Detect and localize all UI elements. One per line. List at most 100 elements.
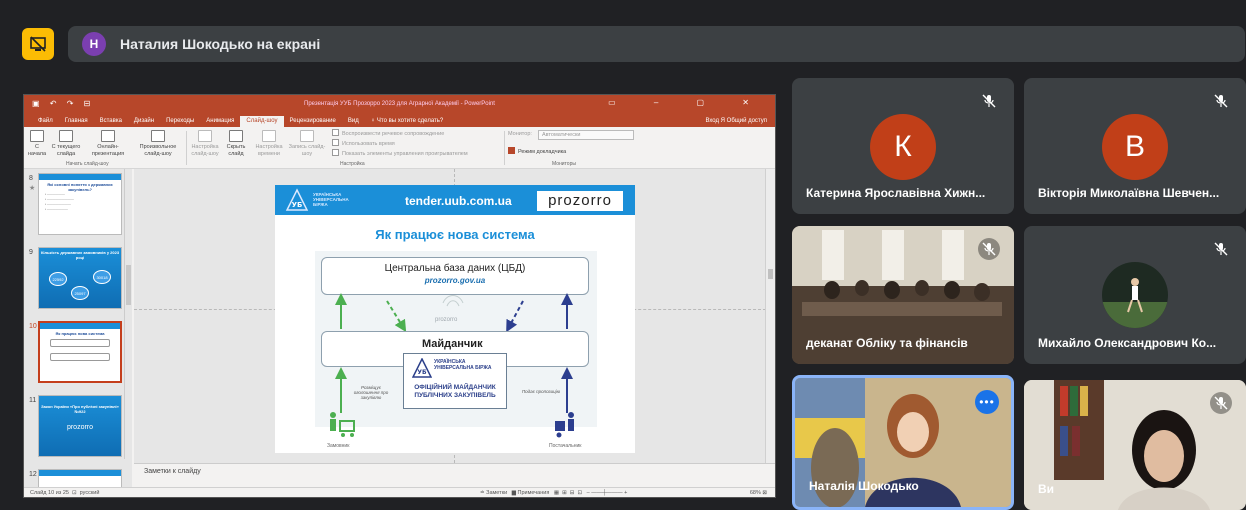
slides-icon: [151, 130, 165, 142]
monitor-label: Монитор:: [508, 131, 532, 137]
tab-view[interactable]: Вид: [342, 118, 365, 127]
globe-screen-icon: [101, 130, 115, 142]
tab-animations[interactable]: Анимация: [200, 118, 240, 127]
quick-access-icons[interactable]: ▣ ↶ ↷ ⊟: [32, 99, 94, 108]
participant-tile[interactable]: Михайло Олександрович Ко...: [1024, 226, 1246, 364]
ribbon-separator: [186, 131, 187, 165]
tab-transitions[interactable]: Переходы: [160, 118, 200, 127]
projector-icon: [59, 130, 73, 142]
tab-insert[interactable]: Вставка: [94, 118, 128, 127]
mic-off-icon: [978, 238, 1000, 260]
note-customer: Розміщує оголошення про закупівлю: [353, 385, 389, 400]
thumb-number: 8: [29, 175, 33, 182]
slide-notes-area[interactable]: Заметки к слайду: [134, 463, 775, 481]
account-share[interactable]: Вход Я Общий доступ: [705, 118, 767, 124]
official-marketplace-badge: УБ УКРАЇНСЬКА УНІВЕРСАЛЬНА БІРЖА ОФІЦІЙН…: [403, 353, 507, 409]
actor-supplier-label: Постачальник: [549, 443, 582, 449]
participant-tile-speaking[interactable]: ••• Наталія Шокодько: [792, 375, 1014, 510]
status-buttons[interactable]: ≐ Заметки ▆ Примечания ▦ ⊞ ⊟ ⊡ – ——┼——— …: [480, 490, 627, 496]
thumbnail-slide-9[interactable]: Кількість державних замовників у 2023 ро…: [38, 247, 122, 309]
presenter-avatar: Н: [82, 32, 106, 56]
presenting-text: Наталия Шокодько на екрані: [120, 36, 321, 52]
mic-off-icon: [1210, 90, 1232, 112]
thumbnail-slide-12[interactable]: [38, 469, 122, 489]
maidanchyk-title: Майданчик: [422, 338, 483, 350]
presenter-view-checkbox[interactable]: Режим докладчика: [508, 147, 566, 155]
avatar: [1102, 262, 1168, 328]
presenting-icon[interactable]: [22, 28, 54, 60]
hide-slide-button[interactable]: Скрыть слайд: [224, 130, 248, 158]
star-icon: ★: [29, 185, 36, 192]
controls-checkbox[interactable]: Показать элементы управления проигрывате…: [332, 149, 468, 157]
mic-off-icon: [1210, 392, 1232, 414]
online-presentation-button[interactable]: Онлайн-презентация: [84, 130, 132, 158]
tab-slideshow[interactable]: Слайд-шоу: [240, 116, 284, 127]
thumbnails-scrollbar[interactable]: [124, 169, 132, 459]
participant-name: деканат Обліку та фінансів: [806, 336, 968, 350]
tab-review[interactable]: Рецензирование: [284, 118, 342, 127]
thumbnail-slide-10[interactable]: Як працює нова система: [38, 321, 122, 383]
prozorro-mini-logo: prozorro: [435, 317, 458, 323]
avatar: В: [1102, 114, 1168, 180]
rehearse-timings-button[interactable]: Настройка времени: [252, 130, 286, 158]
participant-tile[interactable]: К Катерина Ярославівна Хижн...: [792, 78, 1014, 214]
supplier-dolly-icon: [555, 412, 574, 438]
note-supplier: Подає пропозицію: [521, 389, 561, 394]
official-logo-text: УКРАЇНСЬКА УНІВЕРСАЛЬНА БІРЖА: [434, 359, 492, 371]
mic-off-icon: [978, 90, 1000, 112]
thumb-number: 10: [29, 323, 37, 330]
record-icon: [300, 130, 314, 142]
window-controls[interactable]: ▭ – ▢ ✕: [608, 98, 767, 107]
ppt-ribbon-tabs: Файл Главная Вставка Дизайн Переходы Ани…: [24, 113, 775, 127]
thumb-number: 11: [29, 397, 37, 404]
tell-me-search[interactable]: ♀ Что вы хотите сделать?: [365, 118, 450, 127]
svg-text:УБ: УБ: [417, 369, 427, 376]
avatar: К: [870, 114, 936, 180]
customer-cart-icon: [330, 412, 355, 437]
more-options-button[interactable]: •••: [975, 390, 999, 414]
setup-slideshow-button[interactable]: Настройка слайд-шоу: [188, 130, 222, 158]
tab-home[interactable]: Главная: [59, 118, 94, 127]
thumbnail-slide-11[interactable]: Закон України «Про публічні закупівлі» №…: [38, 395, 122, 457]
ppt-title-bar: ▣ ↶ ↷ ⊟ Презентація УУБ Прозорро 2023 дл…: [24, 95, 775, 113]
thumb-number: 12: [29, 471, 37, 478]
tab-file[interactable]: Файл: [32, 118, 59, 127]
participant-name: Михайло Олександрович Ко...: [1038, 336, 1217, 350]
uub-logo-icon: УБ: [412, 358, 432, 378]
group-monitors-label: Мониторы: [552, 161, 576, 167]
shared-screen-powerpoint: ▣ ↶ ↷ ⊟ Презентація УУБ Прозорро 2023 дл…: [23, 94, 776, 498]
status-slide-info: Слайд 10 из 25 ⊡ русский: [30, 490, 100, 496]
actor-customer-label: Замовник: [327, 443, 350, 449]
hide-slide-icon: [229, 130, 243, 142]
participant-tile-self[interactable]: Ви: [1024, 380, 1246, 510]
slide-thumbnails-panel: 8 ★ Які основні поняття з державних заку…: [24, 169, 132, 489]
ppt-window-title: Презентація УУБ Прозорро 2023 для Аграрн…: [304, 101, 495, 107]
record-slideshow-button[interactable]: Запись слайд-шоу: [288, 130, 326, 158]
from-start-button[interactable]: С начала: [26, 130, 48, 158]
ppt-status-bar: Слайд 10 из 25 ⊡ русский ≐ Заметки ▆ При…: [24, 487, 775, 497]
timer-icon: [262, 130, 276, 142]
custom-slideshow-button[interactable]: Произвольное слайд-шоу: [134, 130, 182, 158]
participant-tile[interactable]: В Вікторія Миколаївна Шевчен...: [1024, 78, 1246, 214]
participant-name: Ви: [1038, 482, 1055, 496]
monitor-select[interactable]: Автоматически: [538, 130, 634, 140]
thumbnail-slide-8[interactable]: Які основні поняття з державних закупіве…: [38, 173, 122, 235]
participant-tile[interactable]: деканат Обліку та фінансів: [792, 226, 1014, 364]
participant-name: Наталія Шокодько: [809, 479, 919, 493]
mic-off-icon: [1210, 238, 1232, 260]
ppt-ribbon: С начала С текущего слайда Онлайн-презен…: [24, 127, 775, 169]
group-start-label: Начать слайд-шоу: [66, 161, 109, 167]
narration-checkbox[interactable]: Воспроизвести речевое сопровождение: [332, 129, 444, 137]
from-current-button[interactable]: С текущего слайда: [50, 130, 82, 158]
presenting-banner: Н Наталия Шокодько на екрані: [68, 26, 1245, 62]
status-zoom[interactable]: 68% ⊠: [750, 490, 767, 496]
slide-canvas: УБ УКРАЇНСЬКА УНІВЕРСАЛЬНА БІРЖА tender.…: [134, 169, 775, 463]
current-slide[interactable]: УБ УКРАЇНСЬКА УНІВЕРСАЛЬНА БІРЖА tender.…: [275, 185, 635, 453]
setup-icon: [198, 130, 212, 142]
official-title: ОФІЦІЙНИЙ МАЙДАНЧИК ПУБЛІЧНИХ ЗАКУПІВЕЛЬ: [414, 384, 496, 399]
timings-checkbox[interactable]: Использовать время: [332, 139, 395, 147]
tab-design[interactable]: Дизайн: [128, 118, 160, 127]
group-setup-label: Настройка: [340, 161, 365, 167]
thumb-number: 9: [29, 249, 33, 256]
canvas-scrollbar[interactable]: [765, 169, 775, 463]
